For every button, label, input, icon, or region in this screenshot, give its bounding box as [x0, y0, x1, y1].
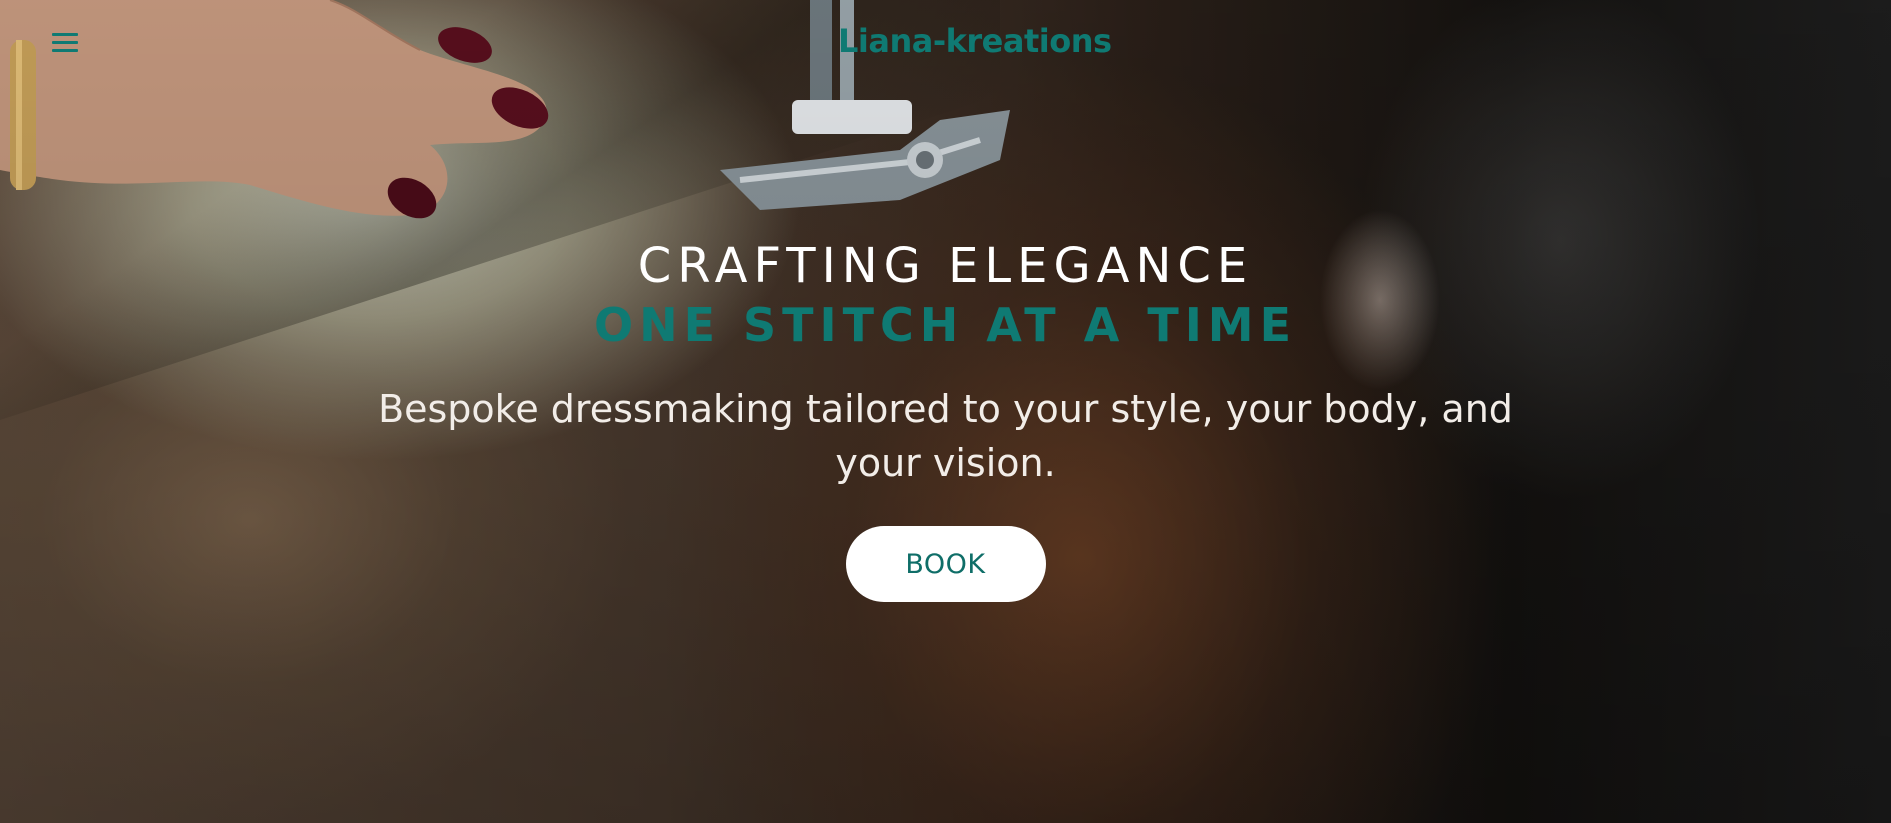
menu-bar [52, 49, 78, 52]
hero-subtitle: Bespoke dressmaking tailored to your sty… [378, 387, 1513, 485]
hero-headline-line1: CRAFTING ELEGANCE [637, 238, 1254, 294]
site-logo[interactable]: Liana-kreations [838, 22, 1112, 60]
hero-headline-line2: ONE STITCH AT A TIME [593, 298, 1298, 352]
book-button[interactable]: BOOK [845, 526, 1046, 602]
hero-content: CRAFTING ELEGANCE ONE STITCH AT A TIME B… [0, 236, 1891, 602]
menu-bar [52, 33, 78, 36]
hamburger-menu-icon[interactable] [52, 33, 80, 57]
menu-bar [52, 41, 78, 44]
